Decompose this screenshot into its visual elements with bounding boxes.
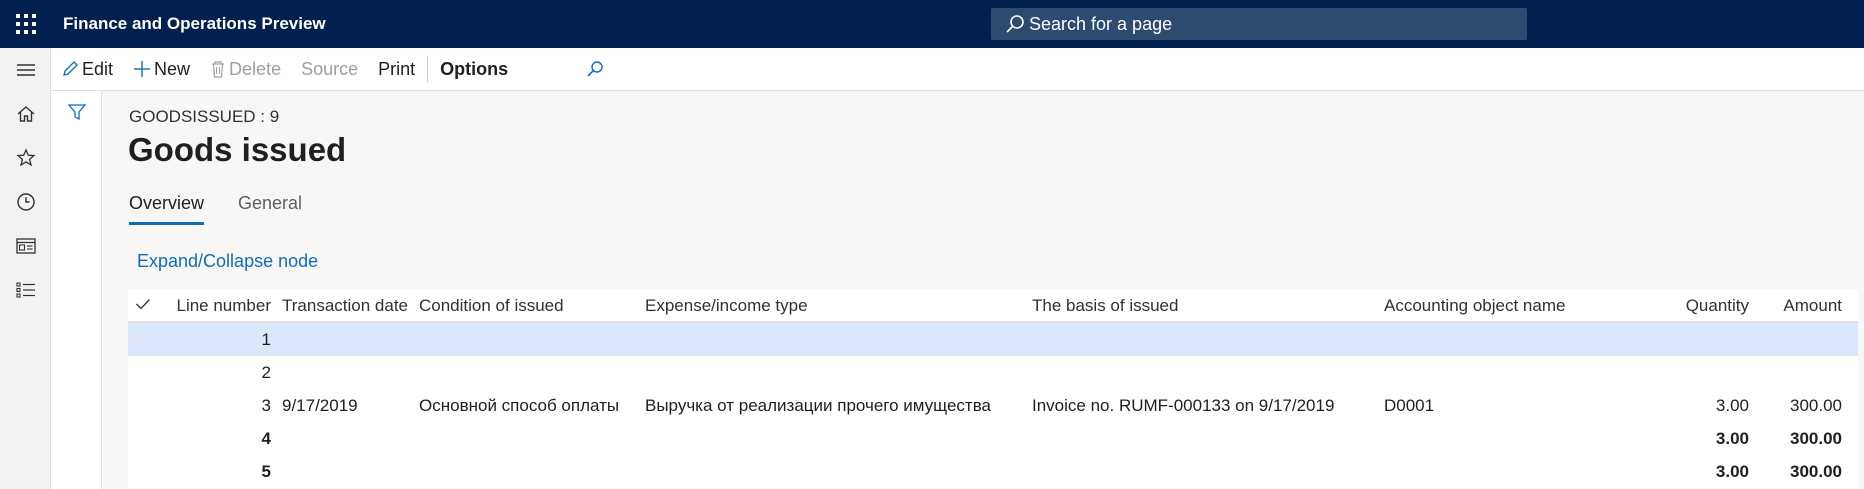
cell-line-number: 3 (261, 395, 271, 415)
cell-transaction-date: 9/17/2019 (282, 395, 358, 415)
grid-header: Line number Transaction date Condition o… (128, 290, 1858, 323)
action-search-button[interactable] (576, 48, 617, 91)
main-content: GOODSISSUED : 9 Goods issued Overview Ge… (102, 91, 1864, 489)
list-icon[interactable] (0, 268, 51, 312)
source-label: Source (301, 58, 359, 79)
cell-line-number: 4 (261, 428, 271, 448)
cell-amount: 300.00 (1790, 395, 1842, 415)
table-row[interactable]: 5 3.00 300.00 (128, 455, 1858, 488)
action-pane: Edit New Delete Source Print Options (51, 48, 1864, 91)
column-header-amount[interactable]: Amount (1749, 296, 1846, 316)
cell-quantity: 3.00 (1715, 461, 1749, 481)
action-separator (427, 56, 429, 82)
plus-icon (134, 61, 151, 77)
cell-amount: 300.00 (1790, 461, 1842, 481)
search-icon (1006, 15, 1024, 33)
print-button[interactable]: Print (368, 48, 425, 91)
table-row[interactable]: 2 (128, 356, 1858, 389)
pencil-icon (63, 61, 78, 76)
tab-general[interactable]: General (238, 193, 302, 225)
new-label: New (154, 58, 191, 79)
trash-icon (212, 61, 225, 78)
search-placeholder: Search for a page (1029, 13, 1173, 34)
navigation-rail (0, 48, 51, 489)
star-icon[interactable] (0, 136, 51, 180)
table-row[interactable]: 4 3.00 300.00 (128, 422, 1858, 455)
options-label: Options (440, 58, 509, 79)
column-header-line-number[interactable]: Line number (168, 296, 276, 316)
cell-line-number: 2 (261, 362, 271, 382)
options-button[interactable]: Options (430, 48, 518, 91)
search-icon (587, 61, 603, 77)
cell-accounting-object: D0001 (1384, 395, 1435, 415)
clock-icon[interactable] (0, 180, 51, 224)
cell-expense-type: Выручка от реализации прочего имущества (645, 395, 992, 415)
filter-pane (51, 91, 102, 489)
home-icon[interactable] (0, 92, 51, 136)
workspace-icon[interactable] (0, 224, 51, 268)
record-caption: GOODSISSUED : 9 (129, 107, 280, 126)
delete-label: Delete (229, 58, 282, 79)
print-label: Print (378, 58, 416, 79)
top-nav-bar: Finance and Operations Preview Search fo… (0, 0, 1864, 48)
tab-overview[interactable]: Overview (129, 193, 205, 225)
column-header-quantity[interactable]: Quantity (1650, 296, 1749, 316)
delete-button[interactable]: Delete (200, 48, 291, 91)
source-button[interactable]: Source (291, 48, 368, 91)
column-header-expense-type[interactable]: Expense/income type (639, 296, 1026, 316)
new-button[interactable]: New (123, 48, 200, 91)
search-input[interactable]: Search for a page (991, 8, 1527, 40)
select-all-checkbox[interactable] (128, 296, 168, 316)
cell-line-number: 5 (261, 461, 271, 481)
page-title: Goods issued (128, 131, 347, 168)
column-header-basis[interactable]: The basis of issued (1026, 296, 1378, 316)
lines-grid: Line number Transaction date Condition o… (128, 290, 1858, 488)
expand-collapse-link[interactable]: Expand/Collapse node (137, 251, 318, 272)
cell-line-number: 1 (261, 329, 271, 349)
column-header-transaction-date[interactable]: Transaction date (276, 296, 413, 316)
column-header-accounting-object[interactable]: Accounting object name (1378, 296, 1650, 316)
waffle-icon[interactable] (0, 0, 52, 48)
edit-button[interactable]: Edit (51, 48, 123, 91)
column-header-condition[interactable]: Condition of issued (413, 296, 639, 316)
app-title[interactable]: Finance and Operations Preview (63, 14, 326, 34)
cell-basis: Invoice no. RUMF-000133 on 9/17/2019 (1032, 395, 1335, 415)
table-row[interactable]: 1 (128, 323, 1858, 356)
table-row[interactable]: 3 9/17/2019 Основной способ оплаты Выруч… (128, 389, 1858, 422)
cell-condition: Основной способ оплаты (419, 395, 620, 415)
tab-strip: Overview General (129, 193, 336, 225)
filter-icon[interactable] (68, 103, 86, 121)
cell-amount: 300.00 (1790, 428, 1842, 448)
checkmark-icon (136, 298, 150, 309)
edit-label: Edit (82, 58, 114, 79)
cell-quantity: 3.00 (1715, 395, 1749, 415)
hamburger-icon[interactable] (0, 48, 51, 92)
cell-quantity: 3.00 (1715, 428, 1749, 448)
